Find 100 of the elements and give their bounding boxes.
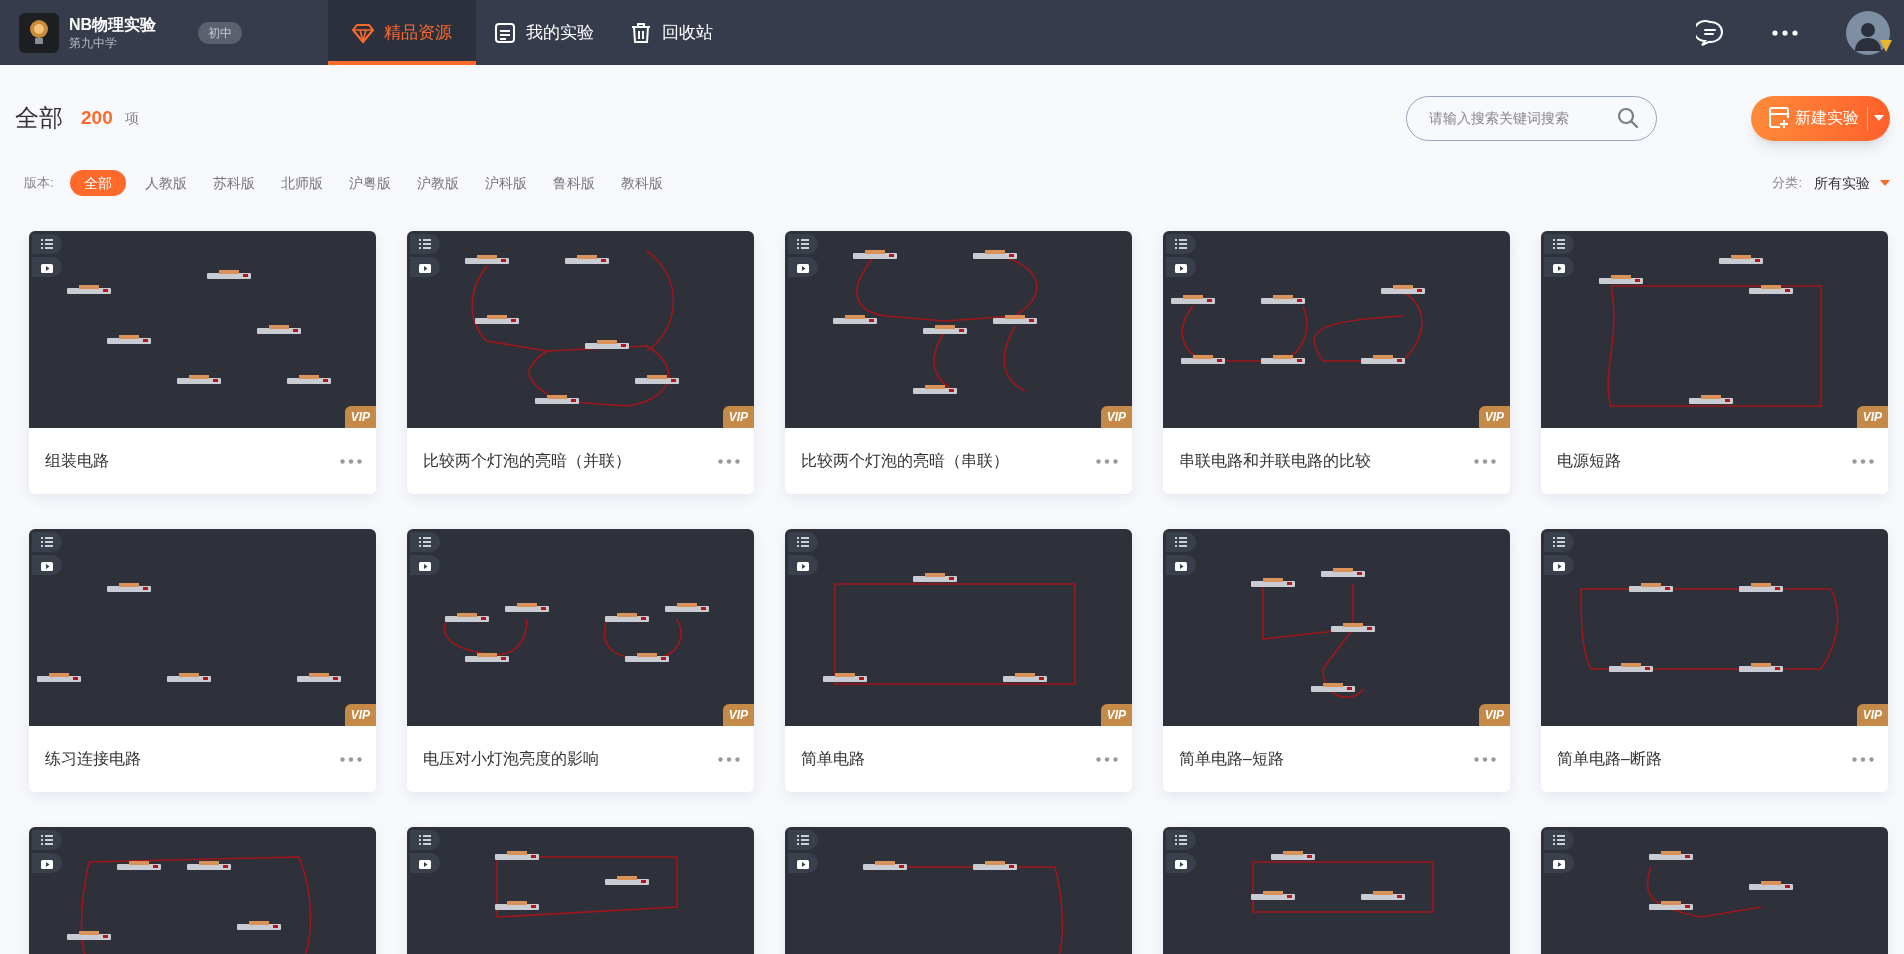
experiment-title: 简单电路–断路 xyxy=(1557,749,1662,769)
list-icon[interactable] xyxy=(32,830,62,850)
list-icon[interactable] xyxy=(410,830,440,850)
circuit-preview[interactable]: VIP xyxy=(407,529,754,726)
list-icon[interactable] xyxy=(410,532,440,552)
experiment-title: 简单电路 xyxy=(801,749,865,769)
video-icon[interactable] xyxy=(1544,257,1574,277)
list-icon[interactable] xyxy=(1166,830,1196,850)
list-icon[interactable] xyxy=(1166,234,1196,254)
experiment-card[interactable]: VIP 电源短路 xyxy=(1541,231,1888,494)
circuit-preview[interactable]: VIP xyxy=(785,231,1132,428)
vip-badge: VIP xyxy=(722,406,754,428)
edition-filter[interactable]: 全部 xyxy=(69,170,126,196)
experiment-title: 串联电路和并联电路的比较 xyxy=(1179,451,1371,471)
experiment-title: 练习连接电路 xyxy=(45,749,141,769)
caret-icon xyxy=(1874,115,1884,121)
nav-tab[interactable]: 精品资源 xyxy=(328,0,476,65)
video-icon[interactable] xyxy=(788,257,818,277)
vip-badge: VIP xyxy=(1478,704,1510,726)
experiment-card[interactable]: VIP 电压对小灯泡亮度的影响 xyxy=(407,529,754,792)
circuit-preview[interactable]: VIP xyxy=(1163,529,1510,726)
list-icon[interactable] xyxy=(1166,532,1196,552)
experiment-title: 简单电路–短路 xyxy=(1179,749,1284,769)
edition-filter[interactable]: 教科版 xyxy=(613,170,670,196)
vip-badge: VIP xyxy=(1100,704,1132,726)
list-icon[interactable] xyxy=(1544,830,1574,850)
video-icon[interactable] xyxy=(1166,257,1196,277)
list-icon[interactable] xyxy=(788,234,818,254)
video-icon[interactable] xyxy=(32,555,62,575)
circuit-preview[interactable]: VIP xyxy=(29,529,376,726)
edition-filter[interactable]: 人教版 xyxy=(137,170,194,196)
video-icon[interactable] xyxy=(788,555,818,575)
list-icon[interactable] xyxy=(32,532,62,552)
experiment-card[interactable]: VIP 练习连接电路 xyxy=(29,529,376,792)
section-heading: 全部 xyxy=(15,103,63,133)
list-icon[interactable] xyxy=(788,532,818,552)
circuit-preview[interactable]: VIP xyxy=(407,231,754,428)
more-icon[interactable] xyxy=(1772,29,1798,36)
video-icon[interactable] xyxy=(1166,555,1196,575)
document-icon xyxy=(494,21,516,44)
grade-badge: 初中 xyxy=(198,21,243,44)
list-icon[interactable] xyxy=(1544,234,1574,254)
circuit-preview[interactable]: VIP xyxy=(29,231,376,428)
experiment-card[interactable]: VIP 组装电路 xyxy=(29,231,376,494)
circuit-preview[interactable]: VIP xyxy=(785,529,1132,726)
experiment-card[interactable]: VIP 简单电路–断路 xyxy=(1541,529,1888,792)
edition-filter[interactable]: 沪粤版 xyxy=(341,170,398,196)
app-logo-icon[interactable] xyxy=(19,12,59,53)
trash-icon xyxy=(630,21,652,44)
user-avatar[interactable] xyxy=(1846,10,1890,55)
edition-label: 版本: xyxy=(24,174,54,193)
video-icon[interactable] xyxy=(1166,853,1196,873)
list-icon[interactable] xyxy=(32,234,62,254)
vip-badge: VIP xyxy=(1856,406,1888,428)
video-icon[interactable] xyxy=(410,555,440,575)
video-icon[interactable] xyxy=(32,257,62,277)
experiment-title: 比较两个灯泡的亮暗（并联） xyxy=(423,451,631,471)
experiment-card[interactable]: VIP 串联电路和并联电路的比较 xyxy=(1163,231,1510,494)
list-icon[interactable] xyxy=(1544,532,1574,552)
nav-tab[interactable]: 我的实验 xyxy=(476,0,612,65)
video-icon[interactable] xyxy=(1544,853,1574,873)
video-icon[interactable] xyxy=(410,853,440,873)
experiment-title: 比较两个灯泡的亮暗（串联） xyxy=(801,451,1009,471)
video-icon[interactable] xyxy=(1544,555,1574,575)
list-icon[interactable] xyxy=(410,234,440,254)
edition-filter[interactable]: 北师版 xyxy=(273,170,330,196)
category-dropdown[interactable]: 所有实验 xyxy=(1814,172,1890,194)
circuit-preview[interactable]: VIP xyxy=(1163,231,1510,428)
video-icon[interactable] xyxy=(788,853,818,873)
edition-filter[interactable]: 沪教版 xyxy=(409,170,466,196)
edition-filter[interactable]: 苏科版 xyxy=(205,170,262,196)
circuit-preview[interactable]: VIP xyxy=(1541,529,1888,726)
count-unit: 项 xyxy=(124,108,139,128)
message-icon[interactable] xyxy=(1696,18,1724,47)
video-icon[interactable] xyxy=(410,257,440,277)
edition-filter[interactable]: 沪科版 xyxy=(477,170,534,196)
experiment-title: 电压对小灯泡亮度的影响 xyxy=(423,749,599,769)
edition-filter[interactable]: 鲁科版 xyxy=(545,170,602,196)
experiment-card[interactable]: VIP 比较两个灯泡的亮暗（串联） xyxy=(785,231,1132,494)
caret-icon xyxy=(1880,180,1890,186)
nav-tab[interactable]: 回收站 xyxy=(612,0,731,65)
app-title: NB物理实验 xyxy=(69,14,157,35)
experiment-card[interactable]: VIP 简单电路–短路 xyxy=(1163,529,1510,792)
new-experiment-button[interactable]: 新建实验 xyxy=(1751,95,1890,141)
circuit-preview[interactable]: VIP xyxy=(1541,231,1888,428)
search-field[interactable]: 请输入搜索关键词搜索 xyxy=(1406,95,1657,141)
experiment-title: 组装电路 xyxy=(45,451,109,471)
experiment-title: 电源短路 xyxy=(1557,451,1621,471)
experiment-card[interactable]: VIP 简单电路 xyxy=(785,529,1132,792)
list-icon[interactable] xyxy=(788,830,818,850)
school-name: 第九中学 xyxy=(69,34,118,51)
new-file-icon xyxy=(1769,107,1789,129)
video-icon[interactable] xyxy=(32,853,62,873)
experiment-card[interactable]: VIP 比较两个灯泡的亮暗（并联） xyxy=(407,231,754,494)
vip-badge: VIP xyxy=(1100,406,1132,428)
search-icon[interactable] xyxy=(1617,106,1639,129)
vip-badge: VIP xyxy=(722,704,754,726)
vip-badge: VIP xyxy=(1856,704,1888,726)
vip-badge: VIP xyxy=(344,704,376,726)
vip-badge: VIP xyxy=(344,406,376,428)
